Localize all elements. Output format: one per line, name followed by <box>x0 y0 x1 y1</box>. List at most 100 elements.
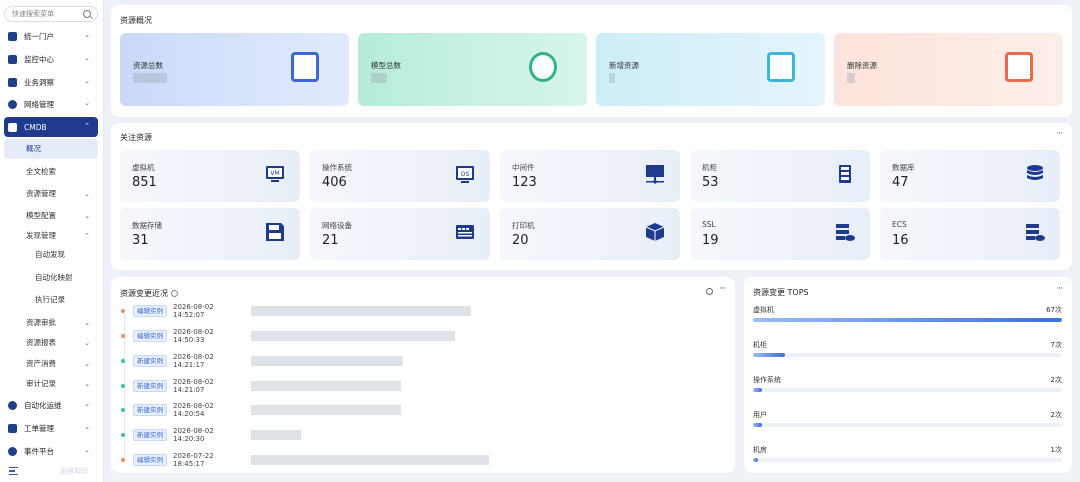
chevron-down-icon: ⌄ <box>84 77 90 85</box>
overview-new-resources[interactable]: 新增资源 <box>596 33 825 106</box>
sub-item-exec-log[interactable]: 执行记录 <box>4 290 98 310</box>
search-icon[interactable] <box>83 10 91 18</box>
tops-count: 2次 <box>1050 376 1062 384</box>
cabinet-icon <box>839 165 851 183</box>
changes-title: 资源变更近况 <box>120 288 178 299</box>
nav-label: 网络管理 <box>24 99 54 109</box>
more-icon[interactable]: ··· <box>719 284 726 294</box>
timeline-dot <box>121 408 125 412</box>
sub-item-overview[interactable]: 概况 <box>4 139 98 159</box>
more-icon[interactable]: ··· <box>1056 284 1063 294</box>
cmdb-icon <box>8 122 17 132</box>
focus-tile-cabinet[interactable]: 机柜 53 <box>690 150 870 202</box>
overview-label: 新增资源 <box>609 61 639 70</box>
globe-icon <box>8 99 17 109</box>
focus-tile-vm[interactable]: 虚拟机 851 VM <box>120 150 300 202</box>
tile-label: 中间件 <box>512 163 535 172</box>
tops-name: 操作系统 <box>753 376 781 384</box>
overview-total-models[interactable]: 模型总数 <box>358 33 587 106</box>
focus-tile-storage[interactable]: 数据存储 31 <box>120 208 300 260</box>
insight-icon <box>8 77 17 87</box>
focus-title: 关注资源 <box>120 133 152 142</box>
focus-tile-os[interactable]: 操作系统 406 OS <box>310 150 490 202</box>
change-detail-redacted <box>251 430 301 440</box>
change-detail-redacted <box>251 356 403 366</box>
home-icon <box>8 31 17 41</box>
sub-item-report[interactable]: 资源报表 ⌄ <box>4 333 98 353</box>
change-row[interactable]: 新建实例 2026-08-02 14:20:30 <box>121 427 301 443</box>
tile-value: 21 <box>322 233 339 248</box>
sub-item-resource[interactable]: 资源管理 ⌄ <box>4 184 98 204</box>
chevron-down-icon: ⌄ <box>84 99 90 107</box>
menu-collapse-icon[interactable] <box>9 467 18 475</box>
sub-item-auto-mapping[interactable]: 自动化映射 <box>4 268 98 288</box>
change-time: 2026-08-02 14:52:07 <box>173 303 214 319</box>
overview-deleted-resources[interactable]: 删除资源 <box>834 33 1063 106</box>
focus-tile-database[interactable]: 数据库 47 <box>880 150 1060 202</box>
sub-item-approval[interactable]: 资源审批 ⌄ <box>4 313 98 333</box>
nav-item-cmdb[interactable]: CMDB ⌃ <box>4 117 98 137</box>
sub-item-audit[interactable]: 审计记录 ⌄ <box>4 374 98 394</box>
change-detail-redacted <box>251 455 489 465</box>
nav-item-insight[interactable]: 业务洞察 ⌄ <box>4 72 98 92</box>
overview-total-resources[interactable]: 资源总数 <box>120 33 349 106</box>
focus-tile-middleware[interactable]: 中间件 123 <box>500 150 680 202</box>
tile-label: SSL <box>702 220 716 229</box>
nav-item-automation[interactable]: 自动化运维 ⌄ <box>4 395 98 415</box>
nav-item-ticket[interactable]: 工单管理 ⌄ <box>4 418 98 438</box>
tile-label: 网络设备 <box>322 221 352 230</box>
chevron-down-icon: ⌄ <box>84 400 90 408</box>
change-time: 2026-08-02 14:20:54 <box>173 402 214 418</box>
tops-bar-fill <box>753 458 758 462</box>
change-row[interactable]: 编辑实例 2026-07-22 18:45:17 <box>121 452 489 468</box>
focus-tile-ecs[interactable]: ECS 16 <box>880 208 1060 260</box>
vm-icon: VM <box>266 166 284 182</box>
resource-cube-icon <box>291 52 319 82</box>
printer-icon <box>645 223 665 241</box>
overview-value-redacted <box>847 73 855 83</box>
tile-label: 打印机 <box>512 221 535 230</box>
change-time: 2026-08-02 14:50:33 <box>173 328 214 344</box>
refresh-icon[interactable] <box>706 288 713 295</box>
sub-item-search[interactable]: 全文检索 <box>4 162 98 182</box>
tops-title: 资源变更 TOPS <box>753 288 809 297</box>
search-input[interactable]: 快速搜索菜单 <box>4 6 98 22</box>
change-tag: 新建实例 <box>133 380 167 392</box>
more-icon[interactable]: ··· <box>1056 129 1063 139</box>
ecs-icon <box>1026 224 1045 241</box>
timeline-dot <box>121 334 125 338</box>
sidebar: 快速搜索菜单 统一门户 ⌄ 监控中心 ⌄ 业务洞察 ⌄ 网络管理 ⌄ CMDB … <box>0 0 104 482</box>
change-row[interactable]: 编辑实例 2026-08-02 14:50:33 <box>121 328 455 344</box>
sub-item-auto-discovery[interactable]: 自动发现 <box>4 245 98 265</box>
tile-value: 47 <box>892 175 909 190</box>
timeline-dot <box>121 384 125 388</box>
os-icon: OS <box>456 166 474 183</box>
tops-name: 虚拟机 <box>753 306 774 314</box>
change-row[interactable]: 新建实例 2026-08-02 14:20:54 <box>121 402 401 418</box>
change-row[interactable]: 新建实例 2026-08-02 14:21:07 <box>121 378 401 394</box>
database-icon <box>1027 165 1043 180</box>
change-row[interactable]: 新建实例 2026-08-02 14:21:17 <box>121 353 403 369</box>
nav-item-portal[interactable]: 统一门户 ⌄ <box>4 26 98 46</box>
sub-label: 全文检索 <box>26 167 56 176</box>
chevron-down-icon: ⌄ <box>84 54 90 62</box>
tops-name: 机房 <box>753 446 767 454</box>
focus-tile-ssl[interactable]: SSL 19 <box>690 208 870 260</box>
nav-item-event[interactable]: 事件平台 ⌄ <box>4 441 98 461</box>
tops-card: 资源变更 TOPS ··· 虚拟机 67次 机柜 7次 操作系统 2次 用户 2… <box>744 277 1072 473</box>
tops-bar <box>753 318 1062 322</box>
nav-item-monitor[interactable]: 监控中心 ⌄ <box>4 49 98 69</box>
change-row[interactable]: 编辑实例 2026-08-02 14:52:07 <box>121 303 471 319</box>
sub-item-discovery[interactable]: 发现管理 ⌃ <box>4 226 98 246</box>
focus-tile-network-device[interactable]: 网络设备 21 <box>310 208 490 260</box>
sub-item-model[interactable]: 模型配置 ⌄ <box>4 206 98 226</box>
overview-value-redacted <box>371 73 387 83</box>
sub-item-consume[interactable]: 资产消费 ⌄ <box>4 354 98 374</box>
tile-value: 53 <box>702 175 719 190</box>
knowledge-link[interactable]: 运维知识 <box>60 466 88 476</box>
focus-card: 关注资源 ··· 虚拟机 851 VM 操作系统 406 OS 中间件 123 … <box>111 123 1072 270</box>
chevron-down-icon: ⌄ <box>84 190 90 198</box>
focus-tile-printer[interactable]: 打印机 20 <box>500 208 680 260</box>
overview-label: 模型总数 <box>371 61 401 70</box>
nav-item-network[interactable]: 网络管理 ⌄ <box>4 94 98 114</box>
